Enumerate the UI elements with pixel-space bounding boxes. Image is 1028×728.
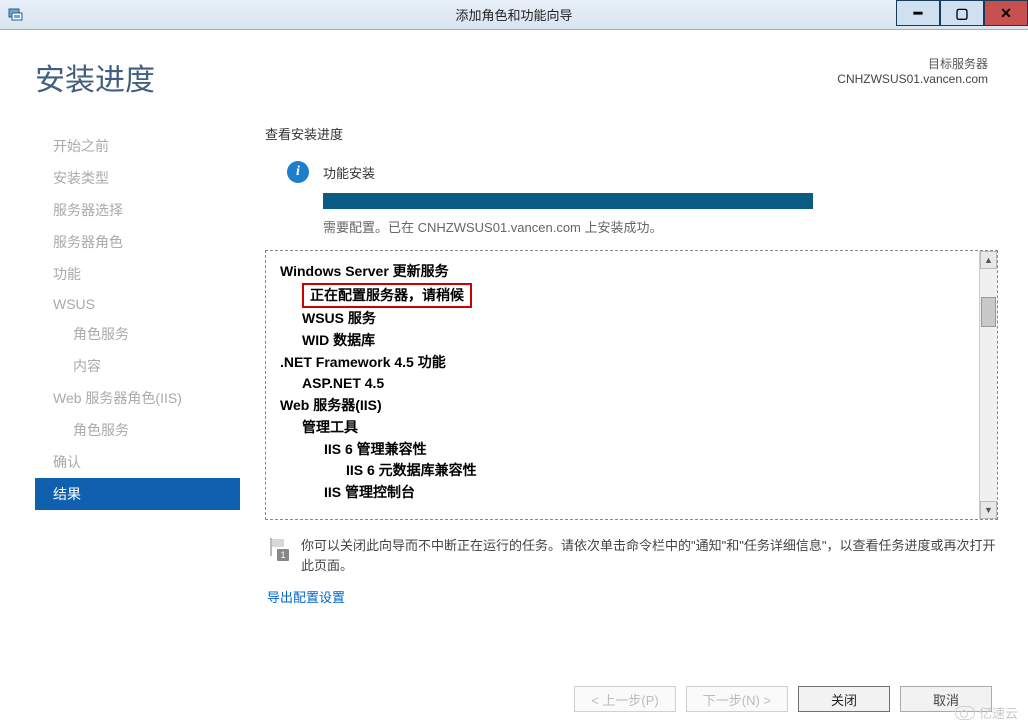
close-button[interactable]: 关闭 xyxy=(798,686,890,712)
detail-line: .NET Framework 4.5 功能 xyxy=(280,352,983,374)
target-server-info: 目标服务器 CNHZWSUS01.vancen.com xyxy=(837,55,988,99)
info-note: 1 你可以关闭此向导而不中断正在运行的任务。请依次单击命令栏中的"通知"和"任务… xyxy=(267,536,998,575)
detail-line: WSUS 服务 xyxy=(302,308,983,330)
nav-confirm: 确认 xyxy=(35,446,240,478)
page-title: 安装进度 xyxy=(35,55,155,99)
nav-server-roles: 服务器角色 xyxy=(35,226,240,258)
nav-iis-role-services: 角色服务 xyxy=(35,414,240,446)
wizard-button-row: < 上一步(P) 下一步(N) > 关闭 取消 xyxy=(574,686,992,712)
close-window-button[interactable]: ✕ xyxy=(984,0,1028,26)
detail-line: IIS 6 元数据库兼容性 xyxy=(346,460,983,482)
nav-wsus: WSUS xyxy=(35,290,240,318)
titlebar: 添加角色和功能向导 ━ ▢ ✕ xyxy=(0,0,1028,30)
nav-install-type: 安装类型 xyxy=(35,162,240,194)
highlighted-status: 正在配置服务器，请稍候 xyxy=(302,283,472,309)
export-config-link[interactable]: 导出配置设置 xyxy=(267,587,998,606)
watermark: 亿速云 xyxy=(955,703,1018,722)
wizard-steps-nav: 开始之前 安装类型 服务器选择 服务器角色 功能 WSUS 角色服务 内容 We… xyxy=(35,124,240,718)
next-button: 下一步(N) > xyxy=(686,686,788,712)
target-host: CNHZWSUS01.vancen.com xyxy=(837,72,988,86)
watermark-text: 亿速云 xyxy=(979,703,1018,722)
scroll-track[interactable] xyxy=(980,269,997,501)
detail-line: WID 数据库 xyxy=(302,330,983,352)
watermark-icon xyxy=(955,706,975,720)
section-title: 查看安装进度 xyxy=(265,124,998,143)
install-details-list: Windows Server 更新服务 正在配置服务器，请稍候 WSUS 服务 … xyxy=(266,251,997,519)
nav-before-begin: 开始之前 xyxy=(35,130,240,162)
progress-bar xyxy=(323,193,813,209)
scroll-up-button[interactable]: ▲ xyxy=(980,251,997,269)
detail-line: IIS 6 管理兼容性 xyxy=(324,439,983,461)
detail-line: Windows Server 更新服务 xyxy=(280,261,983,283)
info-icon: i xyxy=(287,161,309,183)
window-title: 添加角色和功能向导 xyxy=(455,5,572,24)
nav-features: 功能 xyxy=(35,258,240,290)
detail-line: Web 服务器(IIS) xyxy=(280,395,983,417)
minimize-button[interactable]: ━ xyxy=(896,0,940,26)
scroll-down-button[interactable]: ▼ xyxy=(980,501,997,519)
detail-line: 正在配置服务器，请稍候 xyxy=(302,283,983,309)
vertical-scrollbar[interactable]: ▲ ▼ xyxy=(979,251,997,519)
target-label: 目标服务器 xyxy=(837,55,988,72)
nav-wsus-content: 内容 xyxy=(35,350,240,382)
install-details-box: Windows Server 更新服务 正在配置服务器，请稍候 WSUS 服务 … xyxy=(265,250,998,520)
app-icon xyxy=(8,7,24,23)
window-controls: ━ ▢ ✕ xyxy=(896,0,1028,26)
detail-line: 管理工具 xyxy=(302,417,983,439)
nav-wsus-role-services: 角色服务 xyxy=(35,318,240,350)
status-label: 功能安装 xyxy=(323,163,375,182)
scroll-thumb[interactable] xyxy=(981,297,996,327)
flag-icon: 1 xyxy=(267,538,289,560)
status-message: 需要配置。已在 CNHZWSUS01.vancen.com 上安装成功。 xyxy=(323,217,998,236)
detail-line: IIS 管理控制台 xyxy=(324,482,983,504)
prev-button: < 上一步(P) xyxy=(574,686,676,712)
detail-line: ASP.NET 4.5 xyxy=(302,373,983,395)
nav-results: 结果 xyxy=(35,478,240,510)
nav-web-server-iis: Web 服务器角色(IIS) xyxy=(35,382,240,414)
nav-server-select: 服务器选择 xyxy=(35,194,240,226)
maximize-button[interactable]: ▢ xyxy=(940,0,984,26)
note-text: 你可以关闭此向导而不中断正在运行的任务。请依次单击命令栏中的"通知"和"任务详细… xyxy=(301,536,998,575)
flag-badge: 1 xyxy=(277,549,289,561)
